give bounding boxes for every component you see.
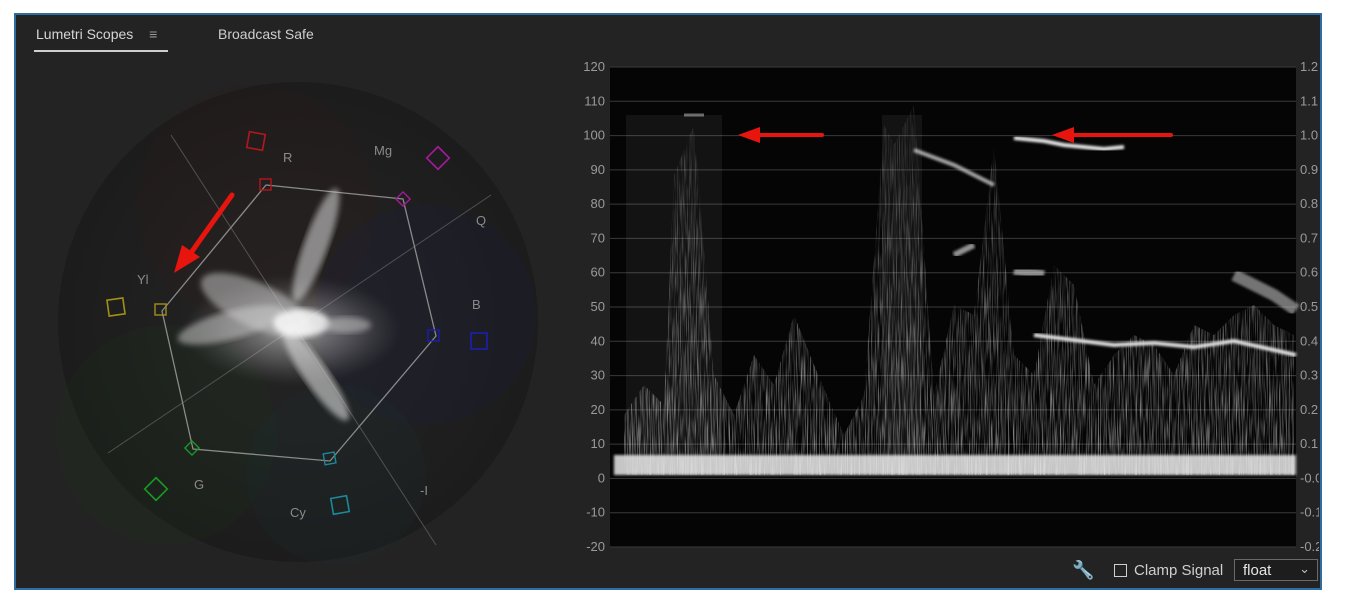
tab-lumetri-scopes[interactable]: Lumetri Scopes ≡ bbox=[34, 26, 168, 52]
right-tick-label: 1.2 bbox=[1300, 59, 1318, 74]
right-tick-label: 0.8 bbox=[1300, 196, 1318, 211]
left-tick-label: 70 bbox=[591, 230, 605, 245]
left-tick-label: 110 bbox=[584, 93, 605, 108]
lumetri-scopes-panel: Lumetri Scopes ≡ Broadcast Safe R Mg Q B… bbox=[14, 13, 1322, 590]
label-cy: Cy bbox=[290, 505, 306, 520]
waveform-scope: 1201101009080706050403020100-10-20 1.21.… bbox=[583, 59, 1319, 554]
left-tick-label: 10 bbox=[591, 436, 605, 451]
left-tick-label: 0 bbox=[598, 470, 605, 485]
chevron-down-icon: ⌄ bbox=[1299, 561, 1310, 576]
right-tick-label: 0.9 bbox=[1300, 162, 1318, 177]
right-tick-label: -0.2 bbox=[1300, 539, 1319, 554]
left-tick-label: 100 bbox=[583, 128, 605, 143]
wrench-icon[interactable]: 🔧 bbox=[1072, 560, 1094, 581]
left-tick-label: 20 bbox=[591, 402, 605, 417]
tab-broadcast-safe[interactable]: Broadcast Safe bbox=[218, 26, 314, 42]
left-tick-label: 80 bbox=[591, 196, 605, 211]
label-r: R bbox=[283, 150, 292, 165]
left-tick-label: -10 bbox=[586, 505, 605, 520]
label-mg: Mg bbox=[374, 143, 392, 158]
panel-menu-icon[interactable]: ≡ bbox=[149, 26, 157, 42]
right-tick-label: 0.6 bbox=[1300, 265, 1318, 280]
label-i: -I bbox=[420, 483, 428, 498]
clamp-signal-label: Clamp Signal bbox=[1134, 562, 1224, 579]
right-tick-label: 0.1 bbox=[1300, 436, 1318, 451]
left-axis-ticks: 1201101009080706050403020100-10-20 bbox=[583, 59, 605, 554]
right-tick-label: 0.7 bbox=[1300, 230, 1318, 245]
precision-dropdown[interactable]: float ⌄ bbox=[1234, 559, 1318, 581]
right-tick-label: -0.1 bbox=[1300, 505, 1319, 520]
left-tick-label: 120 bbox=[583, 59, 605, 74]
left-tick-label: 40 bbox=[591, 333, 605, 348]
right-tick-label: 0.5 bbox=[1300, 299, 1318, 314]
label-b: B bbox=[472, 297, 481, 312]
vectorscope: R Mg Q B Yl G Cy -I bbox=[56, 82, 538, 565]
label-g: G bbox=[194, 477, 204, 492]
left-tick-label: 50 bbox=[591, 299, 605, 314]
right-tick-label: 0.4 bbox=[1300, 333, 1318, 348]
left-tick-label: 60 bbox=[591, 265, 605, 280]
right-tick-label: -0.0 bbox=[1300, 470, 1319, 485]
clamp-signal-checkbox[interactable] bbox=[1114, 564, 1127, 577]
label-q: Q bbox=[476, 213, 486, 228]
scope-settings-bar: 🔧 Clamp Signal float ⌄ bbox=[1020, 554, 1320, 588]
right-tick-label: 1.1 bbox=[1300, 93, 1318, 108]
left-tick-label: 90 bbox=[591, 162, 605, 177]
dropdown-value: float bbox=[1243, 562, 1272, 579]
right-tick-label: 0.3 bbox=[1300, 368, 1318, 383]
right-tick-label: 1.0 bbox=[1300, 128, 1318, 143]
left-tick-label: -20 bbox=[586, 539, 605, 554]
right-axis-ticks: 1.2 1.1 1.0 0.9 0.8 0.7 0.6 0.5 0.4 0.3 0.2 0.1 -0.0… bbox=[1300, 59, 1319, 554]
label-yl: Yl bbox=[137, 272, 149, 287]
left-tick-label: 30 bbox=[591, 368, 605, 383]
right-tick-label: 0.2 bbox=[1300, 402, 1318, 417]
tab-label: Lumetri Scopes bbox=[36, 26, 134, 42]
active-tab-underline bbox=[34, 50, 168, 52]
